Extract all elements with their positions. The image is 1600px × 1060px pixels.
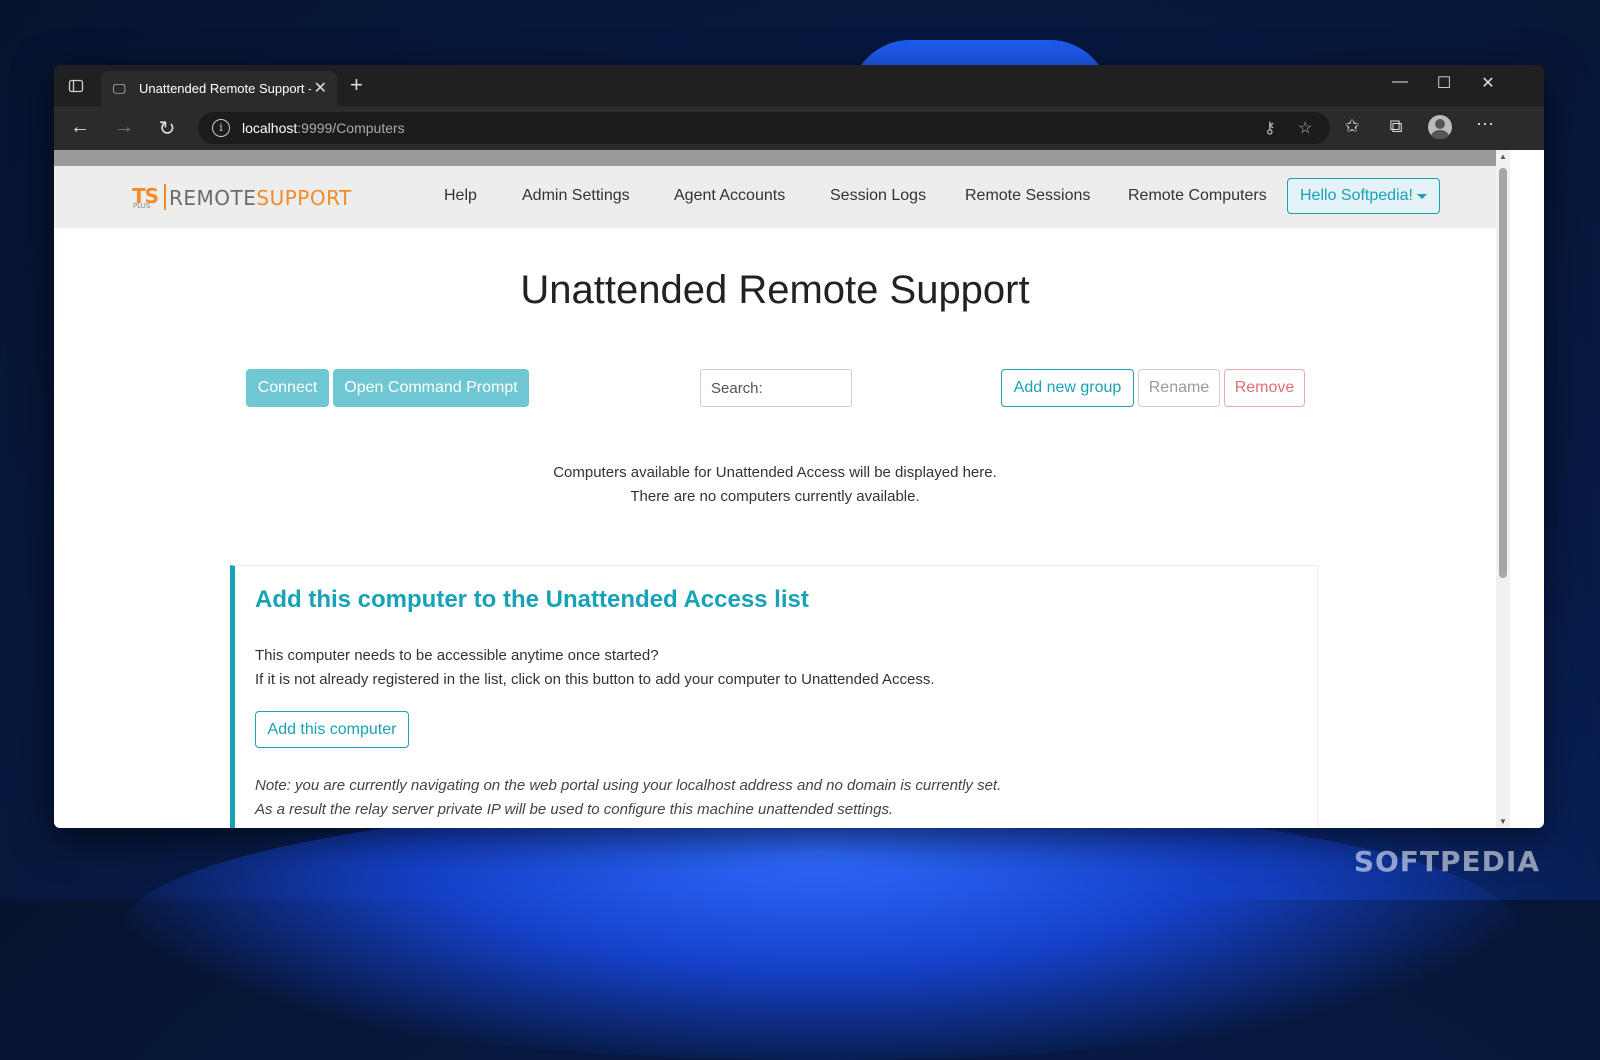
logo-divider (164, 184, 166, 210)
logo-plus: PLUS (133, 202, 151, 210)
user-menu-label: Hello Softpedia! (1300, 187, 1413, 204)
url-path: :9999/Computers (297, 120, 405, 136)
logo-support: SUPPORT (256, 186, 352, 210)
nav-admin-settings[interactable]: Admin Settings (522, 187, 630, 205)
close-tab-icon[interactable]: ✕ (314, 78, 327, 98)
remove-button[interactable]: Remove (1224, 369, 1305, 407)
tab-actions-icon[interactable] (68, 78, 84, 94)
wallpaper-swirl (120, 800, 1520, 1060)
more-options-icon[interactable]: ⋯ (1472, 114, 1498, 135)
refresh-icon[interactable]: ↻ (155, 116, 179, 141)
page-viewport: TS PLUS REMOTESUPPORT Help Admin Setting… (54, 150, 1496, 828)
card-note-line-1: Note: you are currently navigating on th… (255, 777, 1002, 794)
tab-active[interactable]: 🖵 Unattended Remote Support - TSplus Rem… (101, 71, 337, 106)
add-new-group-button[interactable]: Add new group (1001, 369, 1134, 407)
profile-avatar[interactable] (1428, 115, 1452, 139)
url-host: localhost (242, 120, 298, 136)
scroll-up-icon[interactable]: ▲ (1498, 152, 1508, 161)
user-menu-button[interactable]: Hello Softpedia! (1287, 178, 1440, 214)
card-line-2: If it is not already registered in the l… (255, 671, 935, 688)
add-favorite-icon[interactable]: ☆ (1298, 118, 1312, 138)
nav-help[interactable]: Help (444, 187, 477, 205)
add-computer-card: Add this computer to the Unattended Acce… (230, 565, 1318, 828)
maximize-icon[interactable]: ☐ (1422, 73, 1466, 93)
favorites-icon[interactable]: ✩ (1339, 116, 1365, 137)
tab-title: Unattended Remote Support - TSplus Remot… (139, 81, 311, 96)
minimize-icon[interactable]: — (1378, 73, 1422, 91)
empty-state-line-1: Computers available for Unattended Acces… (553, 464, 997, 481)
add-this-computer-button[interactable]: Add this computer (255, 711, 409, 748)
nav-session-logs[interactable]: Session Logs (830, 187, 926, 205)
top-strip (54, 150, 1496, 166)
key-icon[interactable]: ⚷ (1264, 118, 1276, 138)
browser-window: 🖵 Unattended Remote Support - TSplus Rem… (54, 65, 1544, 828)
card-note: Note: you are currently navigating on th… (255, 774, 1001, 822)
scroll-thumb[interactable] (1499, 168, 1507, 578)
page-scrollbar[interactable]: ▲ ▼ (1496, 150, 1510, 828)
logo-remote: REMOTE (169, 186, 257, 210)
card-title: Add this computer to the Unattended Acce… (255, 586, 809, 613)
close-window-icon[interactable]: ✕ (1466, 73, 1510, 93)
nav-remote-computers[interactable]: Remote Computers (1128, 187, 1267, 205)
nav-agent-accounts[interactable]: Agent Accounts (674, 187, 785, 205)
connect-button[interactable]: Connect (246, 369, 329, 407)
page-title: Unattended Remote Support (520, 268, 1030, 312)
softpedia-watermark: SOFTPEDIA (1353, 845, 1540, 878)
url-text: localhost:9999/Computers (242, 120, 405, 136)
remote-desktop-icon: 🖵 (113, 81, 126, 96)
tab-strip: 🖵 Unattended Remote Support - TSplus Rem… (54, 65, 1544, 106)
empty-state-line-2: There are no computers currently availab… (630, 488, 920, 505)
back-icon[interactable]: ← (68, 116, 92, 139)
site-navbar: TS PLUS REMOTESUPPORT Help Admin Setting… (54, 166, 1496, 228)
card-description: This computer needs to be accessible any… (255, 644, 935, 692)
scroll-down-icon[interactable]: ▼ (1498, 817, 1508, 826)
empty-state-message: Computers available for Unattended Acces… (54, 461, 1496, 509)
address-toolbar: ← → ↻ i localhost:9999/Computers ⚷ ☆ ✩ ⧉… (54, 106, 1544, 150)
card-line-1: This computer needs to be accessible any… (255, 647, 659, 664)
window-right-margin (1510, 150, 1544, 828)
open-command-prompt-button[interactable]: Open Command Prompt (333, 369, 529, 407)
new-tab-icon[interactable]: + (350, 72, 363, 98)
collections-icon[interactable]: ⧉ (1383, 116, 1409, 137)
card-note-line-2: As a result the relay server private IP … (255, 801, 894, 818)
search-input[interactable] (700, 369, 852, 407)
site-info-icon[interactable]: i (212, 119, 230, 137)
rename-button[interactable]: Rename (1138, 369, 1220, 407)
nav-remote-sessions[interactable]: Remote Sessions (965, 187, 1090, 205)
address-bar[interactable]: i localhost:9999/Computers ⚷ ☆ (198, 112, 1330, 144)
logo-wordmark: REMOTESUPPORT (169, 186, 352, 210)
forward-icon[interactable]: → (112, 116, 136, 139)
caret-down-icon (1417, 194, 1427, 199)
